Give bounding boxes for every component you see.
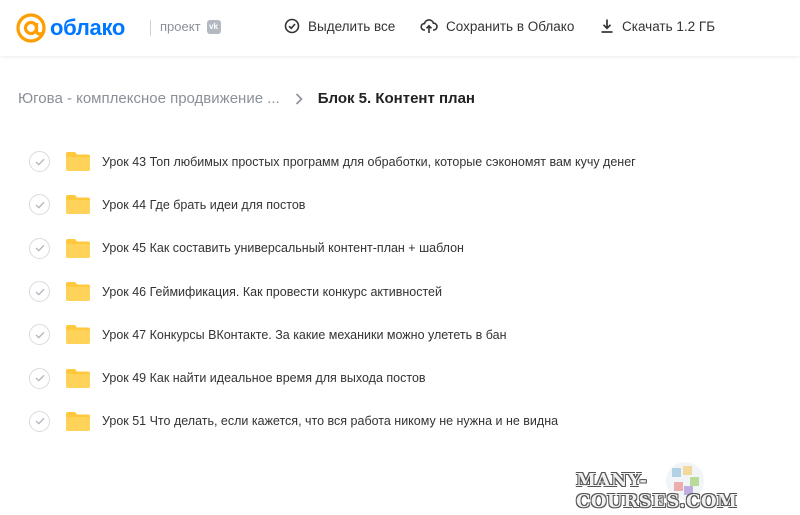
download-label: Скачать 1.2 ГБ: [622, 18, 716, 34]
cloud-upload-icon: [420, 19, 438, 33]
list-item[interactable]: Урок 49 Как найти идеальное время для вы…: [0, 356, 800, 399]
folder-icon: [66, 195, 90, 215]
select-checkbox[interactable]: [29, 410, 50, 432]
folder-icon: [66, 152, 90, 172]
item-label: Урок 46 Геймификация. Как провести конку…: [102, 284, 442, 299]
item-label: Урок 43 Топ любимых простых программ для…: [102, 154, 636, 169]
item-label: Урок 44 Где брать идеи для постов: [102, 197, 306, 212]
at-logo-icon: [16, 13, 46, 43]
check-circle-icon: [284, 18, 300, 34]
breadcrumb: Югова - комплексное продвижение ... Блок…: [18, 90, 475, 107]
select-checkbox[interactable]: [29, 237, 50, 259]
folder-icon: [66, 368, 90, 388]
select-checkbox[interactable]: [29, 194, 50, 216]
check-icon: [35, 374, 44, 382]
select-checkbox[interactable]: [29, 151, 50, 173]
download-button[interactable]: Скачать 1.2 ГБ: [600, 18, 715, 34]
logo-text: облако: [50, 15, 126, 40]
project-label[interactable]: проект vk: [160, 19, 221, 34]
item-label: Урок 47 Конкурсы ВКонтакте. За какие мех…: [102, 327, 507, 342]
list-item[interactable]: Урок 45 Как составить универсальный конт…: [0, 227, 800, 270]
select-checkbox[interactable]: [29, 324, 50, 346]
watermark-text: MANY-COURSES.COM: [576, 470, 738, 512]
breadcrumb-parent-link[interactable]: Югова - комплексное продвижение ...: [18, 90, 280, 107]
item-label: Урок 45 Как составить универсальный конт…: [102, 241, 464, 256]
list-item[interactable]: Урок 43 Топ любимых простых программ для…: [0, 140, 800, 183]
vk-icon: vk: [206, 19, 221, 34]
folder-list: Урок 43 Топ любимых простых программ для…: [0, 140, 800, 443]
list-item[interactable]: Урок 47 Конкурсы ВКонтакте. За какие мех…: [0, 313, 800, 356]
check-icon: [35, 245, 44, 252]
check-icon: [35, 331, 44, 339]
check-icon: [35, 201, 44, 209]
top-header: облако проект vk Выделить все Сохранить …: [0, 0, 800, 56]
item-label: Урок 49 Как найти идеальное время для вы…: [102, 371, 426, 386]
select-all-button[interactable]: Выделить все: [284, 18, 395, 34]
download-icon: [601, 19, 613, 33]
save-to-cloud-button[interactable]: Сохранить в Облако: [420, 18, 574, 34]
check-icon: [35, 418, 44, 425]
logo-divider: [150, 20, 151, 36]
folder-icon: [66, 325, 90, 345]
select-all-label: Выделить все: [308, 18, 396, 34]
item-label: Урок 51 Что делать, если кажется, что вс…: [102, 414, 559, 429]
list-item[interactable]: Урок 51 Что делать, если кажется, что вс…: [0, 400, 800, 443]
list-item[interactable]: Урок 44 Где брать идеи для постов: [0, 183, 800, 226]
breadcrumb-current: Блок 5. Контент план: [317, 90, 475, 107]
save-to-cloud-label: Сохранить в Облако: [446, 18, 575, 34]
folder-icon: [66, 282, 90, 302]
list-item[interactable]: Урок 46 Геймификация. Как провести конку…: [0, 270, 800, 313]
cloud-logo[interactable]: облако: [16, 13, 125, 43]
check-icon: [35, 158, 44, 166]
folder-icon: [66, 411, 90, 431]
folder-icon: [66, 238, 90, 258]
chevron-right-icon: [295, 92, 303, 105]
select-checkbox[interactable]: [29, 281, 50, 303]
select-checkbox[interactable]: [29, 367, 50, 389]
check-icon: [35, 288, 44, 296]
project-text: проект: [160, 19, 201, 34]
